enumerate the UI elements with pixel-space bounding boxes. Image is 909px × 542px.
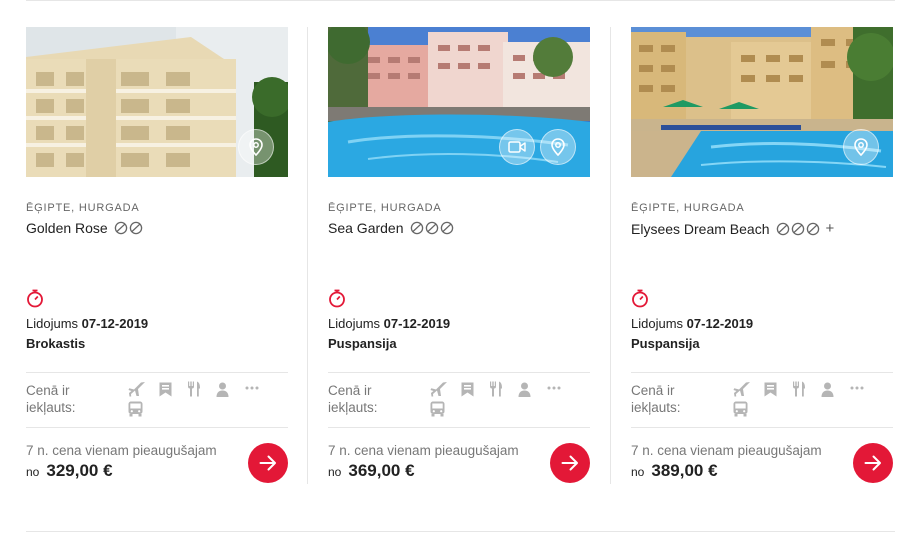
bottom-divider <box>26 531 895 532</box>
rating-ring-icon <box>410 221 423 235</box>
hotel-name[interactable]: Golden Rose <box>26 220 108 236</box>
divider <box>26 427 288 428</box>
bus-icon <box>430 401 445 417</box>
airplane-icon <box>128 382 145 397</box>
person-icon <box>518 382 531 397</box>
hotel-icon <box>159 382 172 397</box>
hotel-rating <box>776 222 820 236</box>
hotel-name[interactable]: Sea Garden <box>328 220 404 236</box>
included-icons <box>733 381 873 421</box>
flight-date: Lidojums 07-12-2019 <box>26 316 149 331</box>
price-from-label: no <box>26 465 40 479</box>
price-value: 329,00 € <box>46 461 113 480</box>
person-icon <box>821 382 834 397</box>
hotel-name[interactable]: Elysees Dream Beach <box>631 221 770 237</box>
hotel-rating <box>114 221 143 235</box>
map-pin-icon <box>249 138 263 156</box>
rating-ring-icon <box>791 222 804 235</box>
price-from-label: no <box>328 465 342 479</box>
hotel-icon <box>461 382 474 397</box>
top-divider <box>26 0 895 1</box>
rating-ring-icon <box>440 221 453 235</box>
flight-date: Lidojums 07-12-2019 <box>328 316 451 331</box>
more-icon[interactable] <box>547 386 561 390</box>
price: no 329,00 € <box>26 461 113 481</box>
person-icon <box>216 382 229 397</box>
card-separator <box>610 27 611 484</box>
hotel-card: Ēģipte, Hurgada Elysees Dream Beach + Li… <box>631 27 893 484</box>
board-type: Brokastis <box>26 336 86 351</box>
fork-knife-icon <box>490 381 502 397</box>
included-label: Cenā ir iekļauts: <box>631 383 681 415</box>
divider <box>26 372 288 373</box>
hotel-card: Ēģipte, Hurgada Golden Rose Lidojums 07-… <box>26 27 288 484</box>
price-caption: 7 n. cena vienam pieaugušajam <box>328 443 519 458</box>
price-value: 369,00 € <box>348 461 415 480</box>
map-pin-icon <box>854 138 868 156</box>
hotel-location: Ēģipte, Hurgada <box>26 202 140 214</box>
included-label: Cenā ir iekļauts: <box>328 383 378 415</box>
timer-icon <box>27 289 43 308</box>
hotel-rating <box>410 221 454 235</box>
card-separator <box>307 27 308 484</box>
flight-date: Lidojums 07-12-2019 <box>631 316 754 331</box>
bus-icon <box>128 401 143 417</box>
map-pin-icon <box>551 138 565 156</box>
rating-plus: + <box>825 220 835 237</box>
hotel-photo[interactable] <box>26 27 288 177</box>
hotel-photo[interactable] <box>631 27 893 177</box>
divider <box>631 427 893 428</box>
price-caption: 7 n. cena vienam pieaugušajam <box>26 443 217 458</box>
price-caption: 7 n. cena vienam pieaugušajam <box>631 443 822 458</box>
included-label: Cenā ir iekļauts: <box>26 383 76 415</box>
hotel-icon <box>764 382 777 397</box>
view-offer-button[interactable] <box>248 443 288 483</box>
hotel-photo[interactable] <box>328 27 590 177</box>
video-icon <box>508 141 526 153</box>
board-type: Puspansija <box>328 336 397 351</box>
arrow-right-icon <box>864 455 881 471</box>
hotel-card: Ēģipte, Hurgada Sea Garden Lidojums 07-1… <box>328 27 590 484</box>
price-from-label: no <box>631 465 645 479</box>
fork-knife-icon <box>793 381 805 397</box>
fork-knife-icon <box>188 381 200 397</box>
arrow-right-icon <box>561 455 578 471</box>
price-value: 389,00 € <box>651 461 718 480</box>
divider <box>631 372 893 373</box>
timer-icon <box>329 289 345 308</box>
view-offer-button[interactable] <box>853 443 893 483</box>
video-button[interactable] <box>499 129 535 165</box>
rating-ring-icon <box>776 222 789 235</box>
hotel-location: Ēģipte, Hurgada <box>631 202 745 214</box>
more-icon[interactable] <box>245 386 259 390</box>
divider <box>328 372 590 373</box>
airplane-icon <box>733 382 750 397</box>
airplane-icon <box>430 382 447 397</box>
arrow-right-icon <box>259 455 276 471</box>
rating-ring-icon <box>806 222 819 235</box>
map-pin-button[interactable] <box>238 129 274 165</box>
timer-icon <box>632 289 648 308</box>
price: no 369,00 € <box>328 461 415 481</box>
divider <box>328 427 590 428</box>
hotel-location: Ēģipte, Hurgada <box>328 202 442 214</box>
included-icons <box>430 381 570 421</box>
rating-ring-icon <box>129 221 142 235</box>
map-pin-button[interactable] <box>843 129 879 165</box>
more-icon[interactable] <box>850 386 864 390</box>
rating-ring-icon <box>425 221 438 235</box>
price: no 389,00 € <box>631 461 718 481</box>
map-pin-button[interactable] <box>540 129 576 165</box>
included-icons <box>128 381 268 421</box>
view-offer-button[interactable] <box>550 443 590 483</box>
rating-ring-icon <box>114 221 127 235</box>
board-type: Puspansija <box>631 336 700 351</box>
bus-icon <box>733 401 748 417</box>
